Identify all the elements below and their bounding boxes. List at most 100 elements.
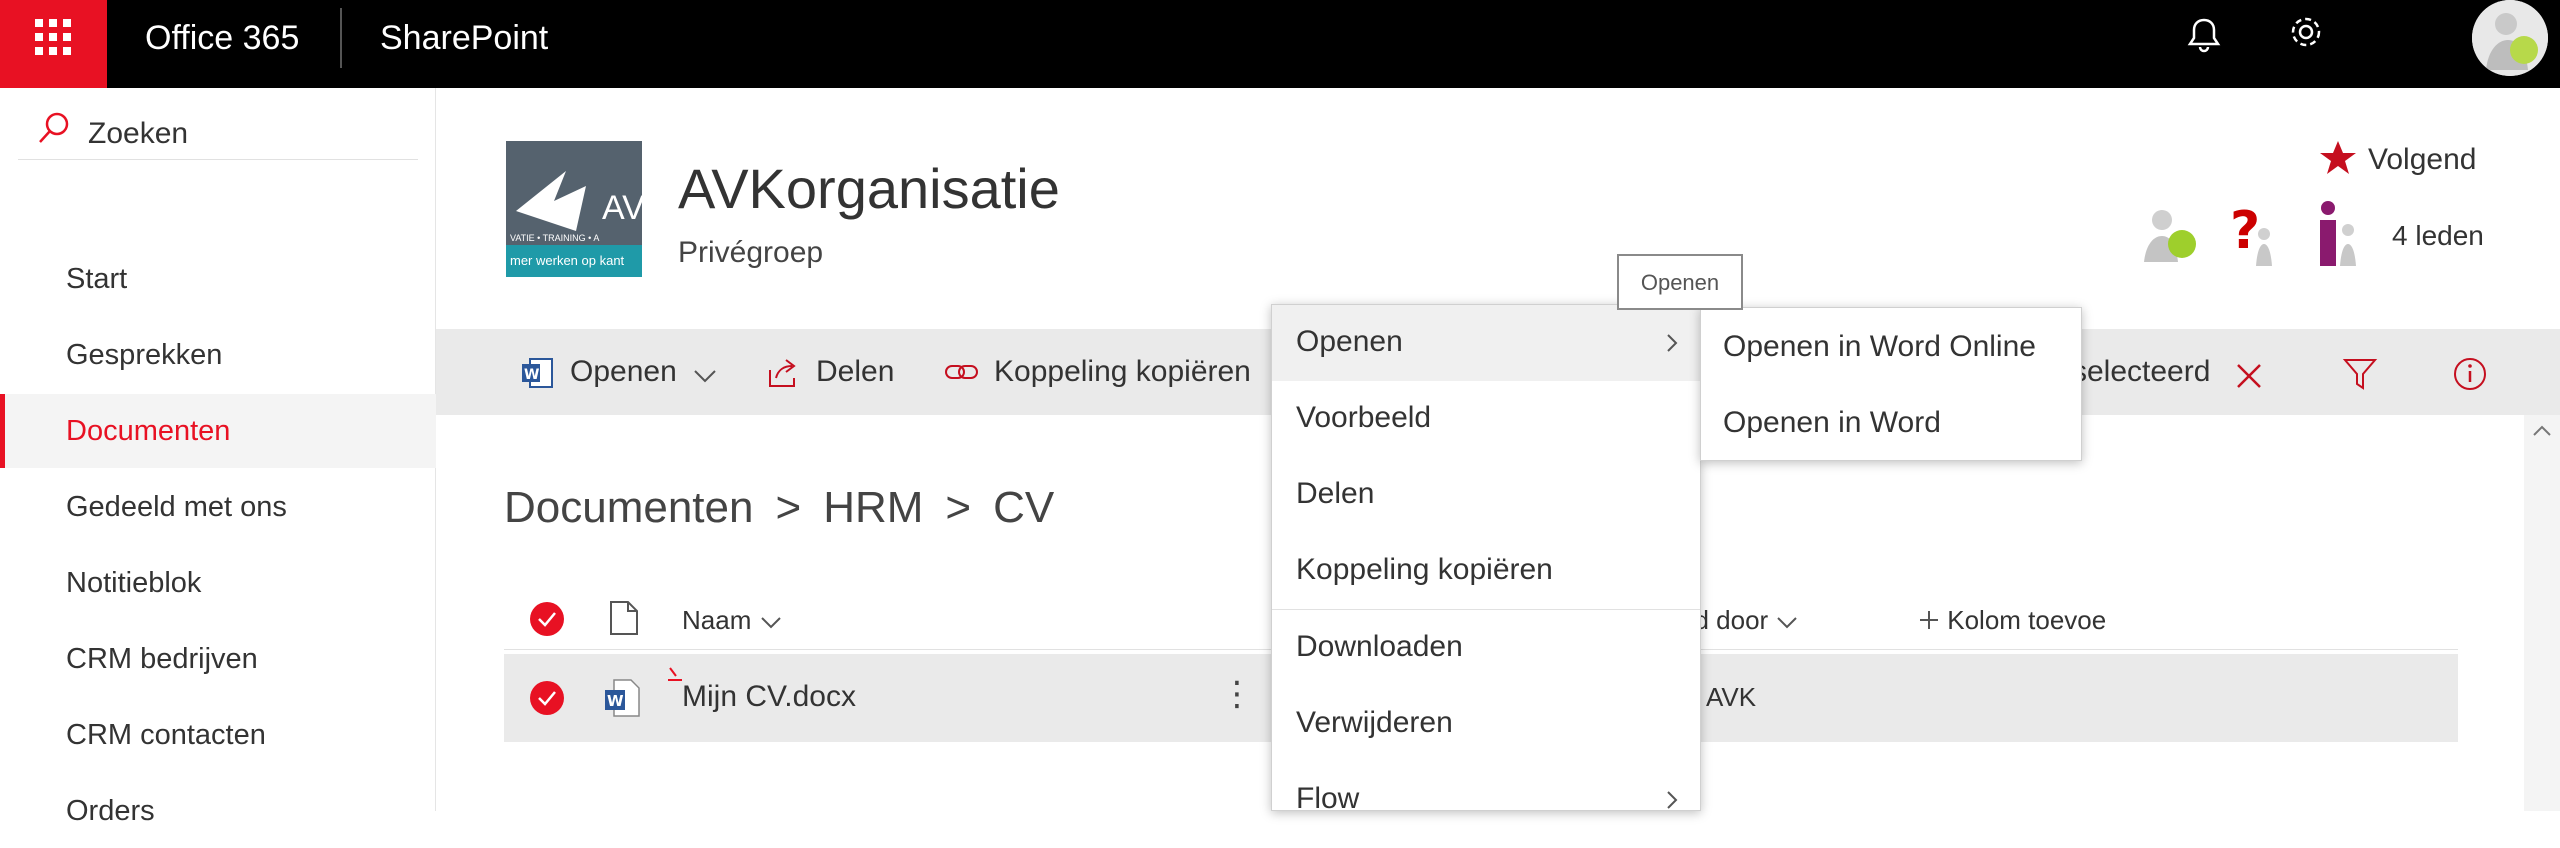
member-avatar-1[interactable] [2134, 198, 2206, 270]
nav-item-orders[interactable]: Orders [0, 774, 436, 848]
suite-divider [340, 8, 342, 68]
menu-item-share[interactable]: Delen [1272, 457, 1700, 533]
chevron-right-icon [1667, 334, 1678, 352]
row-checkbox[interactable] [530, 681, 564, 715]
checkmark-icon [538, 691, 556, 706]
menu-item-download[interactable]: Downloaden [1272, 610, 1700, 686]
nav-item-notitieblok[interactable]: Notitieblok [0, 546, 436, 620]
nav-item-label: Orders [66, 795, 155, 827]
question-figure-icon: ? [2230, 201, 2272, 266]
breadcrumb-item-current[interactable]: CV [993, 483, 1054, 532]
menu-item-open[interactable]: Openen [1272, 305, 1700, 381]
nav-item-label: CRM contacten [66, 719, 266, 751]
logo-tagline: mer werken op kant [510, 253, 625, 268]
nav-item-crm-contacten[interactable]: CRM contacten [0, 698, 436, 772]
app-launcher-button[interactable] [0, 0, 107, 88]
nav-item-label: Gesprekken [66, 339, 223, 371]
star-icon [2320, 141, 2356, 174]
submenu-item-label: Openen in Word [1723, 406, 1941, 439]
nav-item-start[interactable]: Start [0, 242, 436, 316]
notifications-button[interactable] [2180, 12, 2228, 60]
file-type-icon[interactable] [608, 600, 640, 636]
breadcrumb-item[interactable]: Documenten [504, 483, 753, 532]
submenu-item-open-word-online[interactable]: Openen in Word Online [1701, 308, 2081, 384]
avatar-icon [2472, 0, 2548, 76]
menu-item-preview[interactable]: Voorbeeld [1272, 381, 1700, 457]
copy-link-command[interactable]: Koppeling kopiëren [944, 329, 1274, 415]
vertical-scrollbar[interactable] [2524, 415, 2560, 811]
nav-item-label: Documenten [66, 415, 231, 447]
nav-item-documenten[interactable]: Documenten [0, 394, 436, 468]
submenu-item-label: Openen in Word Online [1723, 330, 2036, 363]
member-avatar-3[interactable] [2298, 198, 2370, 270]
chevron-right-icon [1667, 791, 1678, 809]
search-label: Zoeken [88, 117, 189, 150]
share-command[interactable]: Delen [766, 329, 906, 415]
breadcrumb: Documenten > HRM > CV [504, 480, 1054, 536]
menu-item-delete[interactable]: Verwijderen [1272, 686, 1700, 762]
submenu-item-open-word[interactable]: Openen in Word [1701, 384, 2081, 460]
menu-item-flow[interactable]: Flow [1272, 762, 1700, 838]
app-title[interactable]: Office 365 [145, 18, 299, 58]
nav-item-gedeeld-met-ons[interactable]: Gedeeld met ons [0, 470, 436, 544]
nav-item-crm-bedrijven[interactable]: CRM bedrijven [0, 622, 436, 696]
modified-by-cell: AVK [1706, 682, 1757, 712]
left-navigation: Zoeken Start Gesprekken Documenten Gedee… [0, 88, 436, 827]
link-icon [945, 365, 978, 379]
chevron-right-icon: > [945, 483, 972, 532]
waffle-icon [35, 19, 71, 55]
search-icon [39, 112, 69, 143]
add-column-label: Kolom toevoe [1947, 605, 2107, 635]
share-icon [769, 359, 796, 387]
plus-icon [1920, 611, 1938, 629]
member-avatar-2[interactable]: ? [2216, 198, 2288, 270]
word-icon: W [522, 358, 553, 388]
menu-item-copy-link[interactable]: Koppeling kopiëren [1272, 533, 1700, 609]
share-command-label: Delen [816, 355, 895, 388]
open-command[interactable]: W Openen [520, 329, 720, 415]
nav-item-gesprekken[interactable]: Gesprekken [0, 318, 436, 392]
menu-item-label: Voorbeeld [1296, 401, 1432, 434]
follow-label: Volgend [2368, 143, 2477, 176]
chevron-right-icon: > [775, 483, 802, 532]
selection-status[interactable]: selecteerd [2072, 329, 2312, 415]
chevron-down-icon [760, 617, 781, 629]
bell-icon [2187, 18, 2221, 53]
nav-item-label: Notitieblok [66, 567, 202, 599]
site-subtitle: Privégroep [678, 236, 824, 269]
copy-link-command-label: Koppeling kopiëren [994, 355, 1251, 388]
tooltip: Openen [1617, 254, 1743, 310]
search-box[interactable]: Zoeken [18, 108, 418, 160]
add-column-button[interactable]: Kolom toevoe [1918, 602, 2106, 638]
open-submenu: Openen in Word Online Openen in Word [1700, 307, 2082, 461]
column-header-name[interactable]: Naam [682, 602, 783, 638]
menu-item-label: Koppeling kopiëren [1296, 553, 1553, 586]
svg-text:?: ? [2230, 201, 2260, 261]
open-command-label: Openen [570, 355, 677, 388]
nav-item-label: Gedeeld met ons [66, 491, 287, 523]
breadcrumb-item[interactable]: HRM [823, 483, 923, 532]
suite-name[interactable]: SharePoint [380, 18, 548, 58]
file-name-link[interactable]: Mijn CV.docx [682, 678, 856, 716]
user-avatar[interactable] [2472, 0, 2548, 76]
selection-label: selecteerd [2072, 355, 2211, 388]
member-icon [2144, 210, 2196, 262]
close-icon [2237, 364, 2261, 388]
word-document-icon: W [605, 679, 640, 717]
more-actions-icon[interactable]: ⋮ [1220, 674, 1254, 714]
tooltip-text: Openen [1640, 270, 1720, 295]
info-pane-button[interactable] [2442, 329, 2502, 415]
menu-item-label: Delen [1296, 477, 1375, 510]
info-icon [2454, 358, 2486, 390]
site-title[interactable]: AVKorganisatie [678, 156, 1060, 222]
select-all-checkbox[interactable] [530, 602, 564, 636]
settings-button[interactable] [2282, 12, 2330, 60]
chevron-up-icon [2533, 425, 2551, 436]
site-logo[interactable]: AV VATIE • TRAINING • A mer werken op ka… [506, 141, 642, 277]
svg-text:W: W [524, 367, 539, 383]
filter-button[interactable] [2332, 329, 2392, 415]
menu-item-label: Openen [1296, 325, 1403, 358]
suite-bar: Office 365 SharePoint ? [0, 0, 2560, 88]
members-count[interactable]: 4 leden [2392, 218, 2484, 254]
chevron-down-icon [1777, 617, 1798, 629]
